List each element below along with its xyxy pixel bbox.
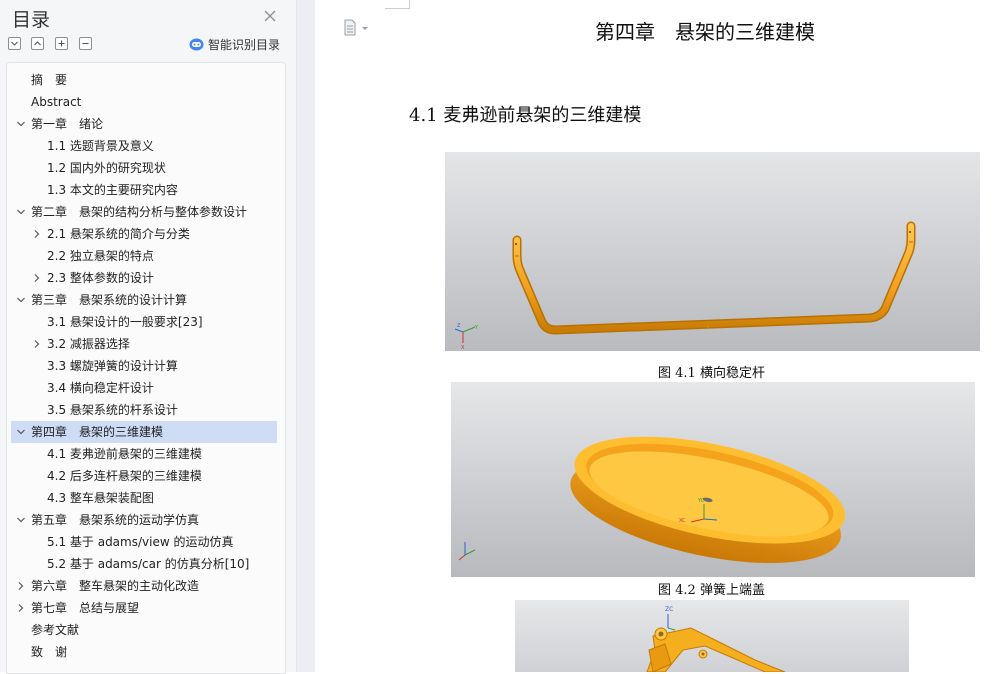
toc-item-label: 参考文献 — [31, 623, 80, 637]
toc-item[interactable]: 摘 要 — [11, 69, 277, 91]
toc-item[interactable]: 3.2 减振器选择 — [11, 333, 277, 355]
section-heading: 4.1 麦弗逊前悬架的三维建模 — [409, 105, 642, 126]
toc-item-label: 2.2 独立悬架的特点 — [47, 249, 154, 263]
toc-item[interactable]: 1.1 选题背景及意义 — [11, 135, 277, 157]
toc-item[interactable]: 致 谢 — [11, 641, 277, 663]
toc-item[interactable]: 5.1 基于 adams/view 的运动仿真 — [11, 531, 277, 553]
chevron-down-icon[interactable] — [15, 201, 27, 223]
toc-item-label: 2.1 悬架系统的简介与分类 — [47, 227, 190, 241]
toc-item[interactable]: 第五章 悬架系统的运动学仿真 — [11, 509, 277, 531]
add-heading-icon[interactable] — [55, 37, 68, 50]
toc-item[interactable]: 第七章 总结与展望 — [11, 597, 277, 619]
document-icon — [344, 19, 356, 36]
collapse-all-icon[interactable] — [31, 37, 44, 50]
toc-item[interactable]: 2.2 独立悬架的特点 — [11, 245, 277, 267]
chevron-right-icon[interactable] — [31, 333, 43, 355]
svg-text:X: X — [461, 345, 465, 351]
toc-item-label: 1.1 选题背景及意义 — [47, 139, 154, 153]
toc-tree: 摘 要 Abstract 第一章 绪论 1.1 选题背景及意义 1.2 国内外的研究现状… — [6, 62, 286, 674]
toc-item[interactable]: 3.4 横向稳定杆设计 — [11, 377, 277, 399]
chevron-down-icon[interactable] — [15, 289, 27, 311]
toc-item-label: 第三章 悬架系统的设计计算 — [31, 293, 188, 307]
toc-item[interactable]: 5.2 基于 adams/car 的仿真分析[10] — [11, 553, 277, 575]
toc-item[interactable]: 1.3 本文的主要研究内容 — [11, 179, 277, 201]
toc-item-label: 致 谢 — [31, 645, 68, 659]
toc-item-label: 4.2 后多连杆悬架的三维建模 — [47, 469, 202, 483]
toc-sidebar: 目录 智能识别目录 摘 要 Abstract 第一章 绪论 1.1 选题背景及意义 1.… — [0, 0, 297, 674]
toc-item[interactable]: 第一章 绪论 — [11, 113, 277, 135]
figure-caption: 图 4.1 横向稳定杆 — [658, 366, 765, 381]
toc-item-label: 4.3 整车悬架装配图 — [47, 491, 154, 505]
toc-item[interactable]: Abstract — [11, 91, 277, 113]
svg-text:YC: YC — [697, 498, 705, 504]
toc-item-label: 第五章 悬架系统的运动学仿真 — [31, 513, 200, 527]
remove-heading-icon[interactable] — [79, 37, 92, 50]
page-corner-mark — [385, 0, 410, 9]
toc-title: 目录 — [12, 9, 51, 31]
figure-control-arm: ZC — [515, 600, 909, 672]
toc-item-label: 1.3 本文的主要研究内容 — [47, 183, 178, 197]
toc-item[interactable]: 第四章 悬架的三维建模 — [11, 421, 277, 443]
smart-toc-button[interactable]: 智能识别目录 — [189, 36, 280, 52]
toc-item-label: 第一章 绪论 — [31, 117, 104, 131]
toc-item-label: 2.3 整体参数的设计 — [47, 271, 154, 285]
toc-item[interactable]: 4.1 麦弗逊前悬架的三维建模 — [11, 443, 277, 465]
toc-item-label: 4.1 麦弗逊前悬架的三维建模 — [47, 447, 202, 461]
toc-item-label: 第二章 悬架的结构分析与整体参数设计 — [31, 205, 248, 219]
toc-item[interactable]: 3.1 悬架设计的一般要求[23] — [11, 311, 277, 333]
toc-item-label: 第四章 悬架的三维建模 — [31, 425, 164, 439]
ai-robot-icon — [189, 38, 204, 50]
svg-text:ZC: ZC — [665, 606, 673, 613]
toc-item-label: 第七章 总结与展望 — [31, 601, 140, 615]
chevron-down-icon[interactable] — [15, 509, 27, 531]
close-icon[interactable] — [263, 8, 277, 22]
toc-item-label: 3.3 螺旋弹簧的设计计算 — [47, 359, 178, 373]
toc-item[interactable]: 4.2 后多连杆悬架的三维建模 — [11, 465, 277, 487]
chevron-down-icon[interactable] — [15, 113, 27, 135]
chevron-right-icon[interactable] — [31, 223, 43, 245]
document-menu-button[interactable] — [343, 18, 373, 38]
toc-item-label: 5.1 基于 adams/view 的运动仿真 — [47, 535, 234, 549]
toc-item[interactable]: 第三章 悬架系统的设计计算 — [11, 289, 277, 311]
toc-item[interactable]: 第二章 悬架的结构分析与整体参数设计 — [11, 201, 277, 223]
toc-item[interactable]: 第六章 整车悬架的主动化改造 — [11, 575, 277, 597]
figure-caption: 图 4.2 弹簧上端盖 — [658, 583, 765, 598]
toc-item[interactable]: 1.2 国内外的研究现状 — [11, 157, 277, 179]
toc-item-label: 第六章 整车悬架的主动化改造 — [31, 579, 200, 593]
chevron-down-icon[interactable] — [15, 421, 27, 443]
chevron-right-icon[interactable] — [15, 575, 27, 597]
chevron-down-icon — [362, 27, 368, 30]
toc-item-label: 5.2 基于 adams/car 的仿真分析[10] — [47, 557, 250, 571]
toc-item-label: Abstract — [31, 95, 82, 109]
toc-item-label: 3.1 悬架设计的一般要求[23] — [47, 315, 203, 329]
svg-text:Z: Z — [457, 323, 461, 329]
toc-item-label: 1.2 国内外的研究现状 — [47, 161, 166, 175]
toc-item[interactable]: 2.3 整体参数的设计 — [11, 267, 277, 289]
toc-item-label: 3.4 横向稳定杆设计 — [47, 381, 154, 395]
figure-stabilizer-bar: Z Y X — [445, 152, 980, 351]
toc-item[interactable]: 参考文献 — [11, 619, 277, 641]
toc-item-label: 3.2 减振器选择 — [47, 337, 130, 351]
svg-text:XC: XC — [679, 518, 686, 524]
page-gutter — [297, 0, 315, 672]
toc-item[interactable]: 3.5 悬架系统的杆系设计 — [11, 399, 277, 421]
expand-all-icon[interactable] — [8, 37, 21, 50]
figure-spring-cap: YC XC — [451, 382, 975, 577]
chevron-right-icon[interactable] — [15, 597, 27, 619]
smart-toc-label: 智能识别目录 — [208, 37, 281, 52]
toc-item[interactable]: 3.3 螺旋弹簧的设计计算 — [11, 355, 277, 377]
chapter-heading: 第四章 悬架的三维建模 — [595, 20, 815, 44]
toc-item[interactable]: 2.1 悬架系统的简介与分类 — [11, 223, 277, 245]
toc-item[interactable]: 4.3 整车悬架装配图 — [11, 487, 277, 509]
chevron-right-icon[interactable] — [31, 267, 43, 289]
toc-item-label: 3.5 悬架系统的杆系设计 — [47, 403, 178, 417]
toc-item-label: 摘 要 — [31, 73, 68, 87]
